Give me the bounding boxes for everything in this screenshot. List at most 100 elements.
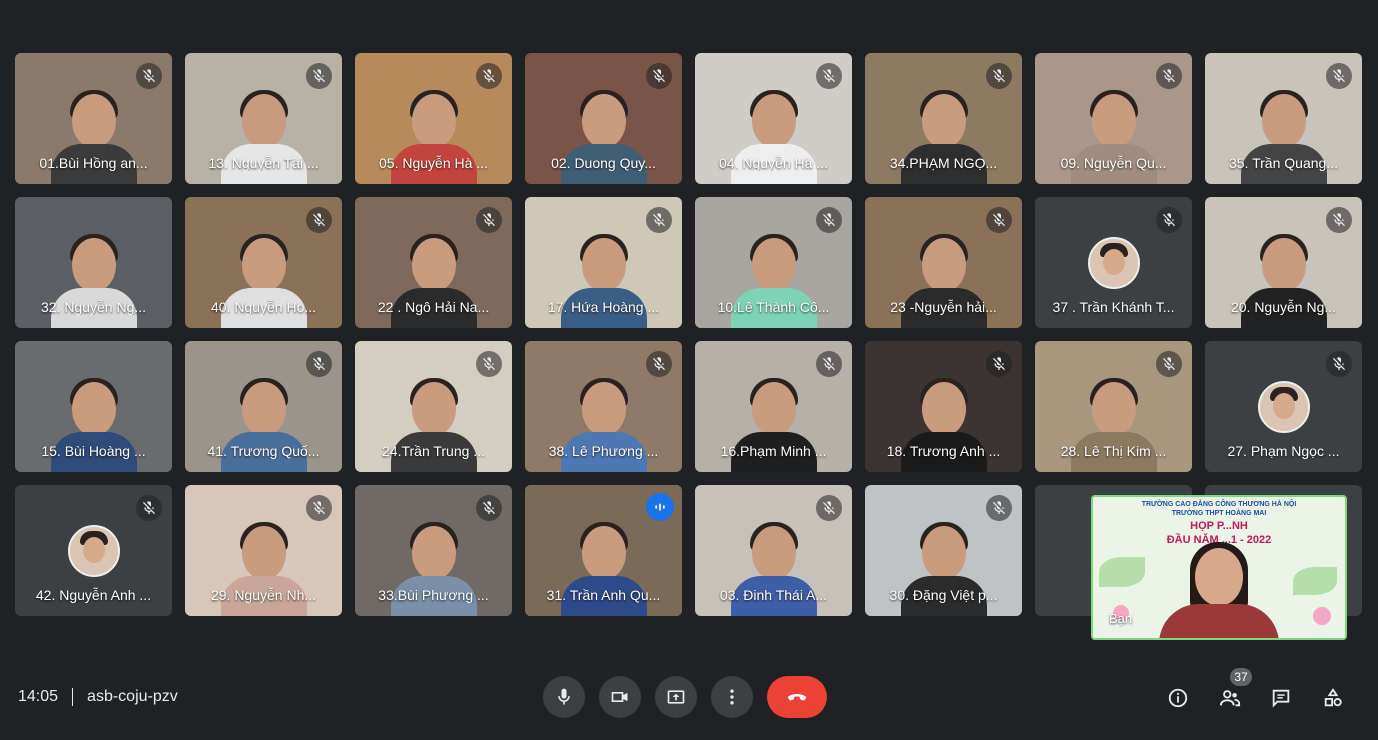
avatar <box>1087 237 1140 289</box>
participant-tile[interactable]: 13. Nguyễn Tài ... <box>185 53 342 184</box>
mic-off-icon <box>136 63 162 89</box>
mic-off-icon <box>1156 63 1182 89</box>
participant-tile[interactable]: 02. Duong Quy... <box>525 53 682 184</box>
participant-tile[interactable]: 34.PHẠM NGỌ... <box>865 53 1022 184</box>
participant-tile[interactable]: 37 . Trần Khánh T... <box>1035 197 1192 328</box>
participant-name: 33.Bùi Phương ... <box>378 587 489 603</box>
meeting-code[interactable]: asb-coju-pzv <box>87 688 178 706</box>
mic-off-icon <box>1326 207 1352 233</box>
mic-off-icon <box>646 351 672 377</box>
participant-tile[interactable]: 20. Nguyễn Ng... <box>1205 197 1362 328</box>
mic-off-icon <box>816 63 842 89</box>
participant-tile[interactable]: 03. Đinh Thái A... <box>695 485 852 616</box>
participant-name: 17. Hứa Hoàng ... <box>547 299 660 315</box>
participant-name: 35. Trần Quang... <box>1229 155 1338 171</box>
meeting-details-button[interactable] <box>1164 684 1192 712</box>
participant-tile[interactable]: 40. Nguyễn Ho... <box>185 197 342 328</box>
mic-off-icon <box>306 63 332 89</box>
more-options-icon <box>730 689 734 705</box>
chat-button[interactable] <box>1267 684 1295 712</box>
self-view-tile[interactable]: TRƯỜNG CAO ĐẲNG CÔNG THƯƠNG HÀ NỘI TRƯỜN… <box>1091 495 1347 640</box>
activities-button[interactable] <box>1319 684 1347 712</box>
mic-off-icon <box>646 63 672 89</box>
leaf-decoration <box>1293 567 1337 595</box>
microphone-button[interactable] <box>543 676 585 718</box>
participant-name: 29. Nguyễn Nh... <box>210 587 317 603</box>
participant-tile[interactable]: 31. Trần Anh Qu... <box>525 485 682 616</box>
participant-tile[interactable]: 23 -Nguyễn hải... <box>865 197 1022 328</box>
mic-off-icon <box>476 351 502 377</box>
participant-name: 28. Lê Thị Kim ... <box>1060 443 1167 459</box>
self-label: Bạn <box>1109 611 1133 626</box>
participant-tile[interactable]: 38. Lê Phương ... <box>525 341 682 472</box>
mic-off-icon <box>1156 351 1182 377</box>
participant-tile[interactable]: 01.Bùi Hồng an... <box>15 53 172 184</box>
participant-name: 04. Nguyễn Hà ... <box>719 155 828 171</box>
flower-decoration <box>1313 607 1331 625</box>
mic-off-icon <box>1326 63 1352 89</box>
banner-school-2: TRƯỜNG THPT HOÀNG MAI <box>1171 510 1267 517</box>
participant-name: 34.PHẠM NGỌ... <box>889 155 998 171</box>
participant-tile[interactable]: 15. Bùi Hoàng ... <box>15 341 172 472</box>
participant-name: 02. Duong Quy... <box>551 155 656 171</box>
divider <box>72 688 74 706</box>
banner-school-1: TRƯỜNG CAO ĐẲNG CÔNG THƯƠNG HÀ NỘI <box>1141 501 1297 508</box>
participant-tile[interactable]: 04. Nguyễn Hà ... <box>695 53 852 184</box>
participant-tile[interactable]: 28. Lê Thị Kim ... <box>1035 341 1192 472</box>
participant-name: 24.Trần Trung ... <box>382 443 485 459</box>
participant-tile[interactable]: 27. Phạm Ngọc ... <box>1205 341 1362 472</box>
mic-off-icon <box>816 207 842 233</box>
participant-name: 01.Bùi Hồng an... <box>39 155 148 171</box>
avatar <box>1257 381 1310 433</box>
participant-tile[interactable]: 42. Nguyễn Anh ... <box>15 485 172 616</box>
participant-tile[interactable]: 17. Hứa Hoàng ... <box>525 197 682 328</box>
participant-tile[interactable]: 30. Đặng Việt p... <box>865 485 1022 616</box>
participant-name: 23 -Nguyễn hải... <box>890 299 997 315</box>
participant-tile[interactable]: 22 . Ngô Hải Na... <box>355 197 512 328</box>
participant-tile[interactable]: 41. Trương Quố... <box>185 341 342 472</box>
participant-tile[interactable]: 16.Phạm Minh ... <box>695 341 852 472</box>
mic-off-icon <box>306 351 332 377</box>
chat-icon <box>1272 689 1290 708</box>
people-icon <box>1219 690 1241 707</box>
more-options-button[interactable] <box>711 676 753 718</box>
participant-name: 03. Đinh Thái A... <box>719 587 828 603</box>
participant-name: 15. Bùi Hoàng ... <box>41 443 146 459</box>
participant-name: 13. Nguyễn Tài ... <box>208 155 319 171</box>
people-button[interactable] <box>1216 684 1244 712</box>
meeting-time: 14:05 <box>18 688 59 705</box>
avatar <box>67 525 120 577</box>
mic-off-icon <box>306 207 332 233</box>
mic-off-icon <box>986 63 1012 89</box>
mic-off-icon <box>986 495 1012 521</box>
participant-name: 10.Lê Thành Cô... <box>717 299 830 315</box>
participant-tile[interactable]: 18. Trương Anh ... <box>865 341 1022 472</box>
participant-tile[interactable]: 29. Nguyễn Nh... <box>185 485 342 616</box>
participant-name: 31. Trần Anh Qu... <box>546 587 661 603</box>
mic-off-icon <box>986 351 1012 377</box>
participant-tile[interactable]: 32. Nguyễn Ng... <box>15 197 172 328</box>
end-call-button[interactable] <box>767 676 827 718</box>
mic-off-icon <box>646 207 672 233</box>
self-person <box>1159 534 1279 638</box>
participant-tile[interactable]: 35. Trần Quang... <box>1205 53 1362 184</box>
present-button[interactable] <box>655 676 697 718</box>
mic-off-icon <box>306 495 332 521</box>
participant-count-badge: 37 <box>1230 668 1252 686</box>
participant-tile[interactable]: 10.Lê Thành Cô... <box>695 197 852 328</box>
participant-name: 42. Nguyễn Anh ... <box>35 587 152 603</box>
participant-name: 22 . Ngô Hải Na... <box>377 299 490 315</box>
camera-button[interactable] <box>599 676 641 718</box>
speaking-indicator-icon <box>646 493 674 521</box>
mic-off-icon <box>136 495 162 521</box>
participant-name: 41. Trương Quố... <box>207 443 320 459</box>
participant-name: 32. Nguyễn Ng... <box>40 299 147 315</box>
banner-title-line1: HỌP P...NH <box>1190 520 1248 532</box>
participant-tile[interactable]: 05. Nguyễn Hà ... <box>355 53 512 184</box>
microphone-icon <box>558 688 570 705</box>
participant-tile[interactable]: 33.Bùi Phương ... <box>355 485 512 616</box>
participant-name: 09. Nguyễn Qu... <box>1060 155 1167 171</box>
participant-tile[interactable]: 24.Trần Trung ... <box>355 341 512 472</box>
participant-tile[interactable]: 09. Nguyễn Qu... <box>1035 53 1192 184</box>
present-icon <box>667 690 685 704</box>
